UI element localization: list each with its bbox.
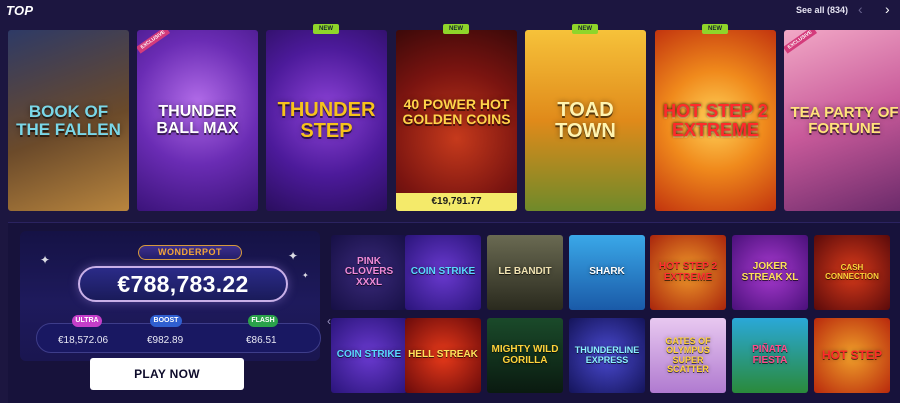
game-card-thunder-step[interactable]: Thunder Step [266, 30, 387, 211]
game-title: Hot Step 2 Extreme [658, 261, 718, 283]
game-card-tea-party[interactable]: EXCLUSIVE Tea Party of Fortune [784, 30, 900, 211]
game-card-hell-streak[interactable]: Hell Streak [405, 318, 481, 393]
sparkle-icon: ✦ [288, 249, 299, 263]
tier-tag-flash: FLASH [248, 315, 278, 327]
carousel-next-icon[interactable]: › [885, 1, 890, 17]
game-title: Pink Clovers XXXL [344, 255, 394, 288]
tier-value-flash: €86.51 [246, 335, 277, 346]
play-now-button[interactable]: PLAY NOW [90, 358, 244, 390]
game-card-hot-step-2-extreme-small[interactable]: Hot Step 2 Extreme [650, 235, 726, 310]
jackpot-amount: €19,791.77 [396, 193, 517, 211]
section-header: TOP See all (834) ‹ › [0, 0, 900, 24]
new-badge: NEW [702, 24, 728, 34]
game-card-40-power-hot[interactable]: 40 Power Hot Golden Coins €19,791.77 [396, 30, 517, 211]
game-card-shark[interactable]: Shark [569, 235, 645, 310]
game-card-toad-town[interactable]: Toad Town [525, 30, 646, 211]
game-title: Shark [589, 266, 625, 278]
game-title: Le Bandit [498, 266, 552, 278]
game-card-cash-connection[interactable]: Cash Connection [814, 235, 890, 310]
wonderpot-amount-box: €788,783.22 [78, 266, 288, 302]
game-title: Joker Streak XL [741, 261, 799, 283]
game-card-le-bandit[interactable]: Le Bandit [487, 235, 563, 310]
tier-tag-boost: BOOST [150, 315, 182, 327]
game-card-mighty-wild-gorilla[interactable]: Mighty Wild Gorilla [487, 318, 563, 393]
wonderpot-widget: ✦ ✦ ✦ WONDERPOT €788,783.22 ULTRA BOOST … [20, 231, 321, 361]
game-card-pink-clovers[interactable]: Pink Clovers XXXL [331, 235, 407, 310]
section-title: TOP [6, 3, 34, 18]
game-title: Mighty Wild Gorilla [491, 344, 559, 366]
game-card-thunder-ball-max[interactable]: EXCLUSIVE Thunder Ball Max [137, 30, 258, 211]
new-badge: NEW [443, 24, 469, 34]
game-title: 40 Power Hot Golden Coins [402, 96, 511, 127]
exclusive-badge: EXCLUSIVE [784, 30, 818, 54]
sparkle-icon: ✦ [40, 253, 51, 267]
game-title: Thunderline Express [574, 345, 640, 365]
game-card-book-of-the-fallen[interactable]: Book of the Fallen [8, 30, 129, 211]
see-all-link[interactable]: See all (834) [796, 5, 848, 15]
game-title: Piñata Fiesta [752, 344, 788, 366]
game-title: Hot Step 2 Extreme [663, 101, 768, 140]
game-title: Coin Strike [410, 266, 476, 278]
exclusive-badge: EXCLUSIVE [137, 30, 171, 54]
game-title: Hot Step [821, 348, 882, 363]
new-badge: NEW [313, 24, 339, 34]
wonderpot-label: WONDERPOT [138, 245, 242, 260]
new-badge: NEW [572, 24, 598, 34]
tier-value-ultra: €18,572.06 [58, 335, 109, 346]
game-title: Book of the Fallen [16, 102, 121, 139]
game-title: Cash Connection [825, 263, 879, 281]
game-card-gates-of-olympus[interactable]: Gates of Olympus Super Scatter [650, 318, 726, 393]
carousel-prev-icon[interactable]: ‹ [858, 1, 863, 17]
wonderpot-amount: €788,783.22 [117, 270, 249, 297]
game-card-joker-streak-xl[interactable]: Joker Streak XL [732, 235, 808, 310]
game-title: Coin Strike [336, 349, 402, 361]
game-card-hot-step-2-extreme[interactable]: Hot Step 2 Extreme [655, 30, 776, 211]
game-card-coin-strike[interactable]: Coin Strike [405, 235, 481, 310]
game-card-hot-step[interactable]: Hot Step [814, 318, 890, 393]
game-title: Thunder Step [277, 99, 376, 142]
game-title: Hell Streak [408, 349, 478, 361]
wonderpot-panel: ✦ ✦ ✦ WONDERPOT €788,783.22 ULTRA BOOST … [8, 222, 900, 403]
game-card-pinata-fiesta[interactable]: Piñata Fiesta [732, 318, 808, 393]
game-title: Gates of Olympus Super Scatter [665, 335, 711, 374]
tier-tag-ultra: ULTRA [72, 315, 102, 327]
game-title: Thunder Ball Max [156, 103, 239, 137]
tier-value-boost: €982.89 [147, 335, 184, 346]
game-card-coin-strike-2[interactable]: Coin Strike [331, 318, 407, 393]
sparkle-icon: ✦ [302, 271, 309, 280]
game-card-thunderline-express[interactable]: Thunderline Express [569, 318, 645, 393]
top-games-carousel: Book of the Fallen EXCLUSIVE Thunder Bal… [8, 24, 900, 211]
game-title: Tea Party of Fortune [790, 104, 899, 137]
game-title: Toad Town [555, 99, 616, 142]
